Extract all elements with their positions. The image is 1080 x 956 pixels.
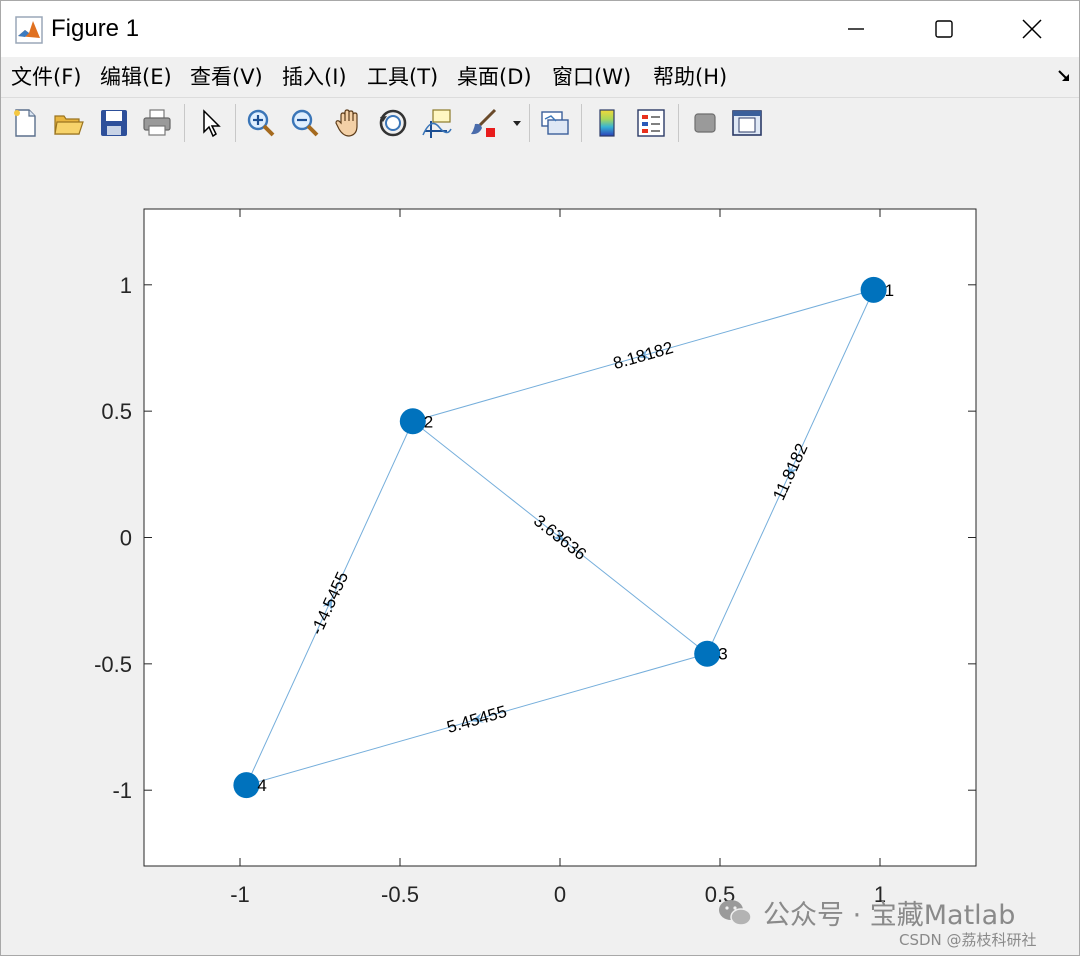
figure-window: Figure 1 文件(F) 编辑(E) 查看(V) 插入(I) 工具(T) 桌… [0,0,1080,956]
figure-toolbar [1,97,1079,149]
menu-tools[interactable]: 工具(T) [367,64,438,90]
new-figure-icon[interactable] [9,107,41,139]
y-tick-label: 1 [120,273,132,298]
node-1[interactable] [860,276,887,303]
menu-insert[interactable]: 插入(I) [282,64,347,90]
data-cursor-icon[interactable] [421,107,453,139]
menu-bar: 文件(F) 编辑(E) 查看(V) 插入(I) 工具(T) 桌面(D) 窗口(W… [1,57,1079,97]
close-button[interactable] [987,1,1077,57]
toolbar-separator [184,104,185,142]
menu-desktop[interactable]: 桌面(D) [457,64,532,90]
save-icon[interactable] [98,107,130,139]
toolbar-separator [235,104,236,142]
menu-edit[interactable]: 编辑(E) [100,64,172,90]
menu-window[interactable]: 窗口(W) [552,64,631,90]
colorbar-icon[interactable] [591,107,623,139]
y-tick-label: -1 [112,778,132,803]
figure-canvas: 8.18182 11.8182 3.63636 -14.5455 5.45455 123… [1,148,1079,955]
zoom-out-icon[interactable] [289,107,321,139]
maximize-button[interactable] [899,1,989,57]
toolbar-separator [678,104,679,142]
open-file-icon[interactable] [53,107,85,139]
brush-dropdown-icon[interactable] [509,107,525,139]
watermark: 公众号 · 宝藏Matlab [717,893,1015,932]
maximize-icon [935,20,953,38]
link-plot-icon[interactable] [539,107,571,139]
legend-icon[interactable] [635,107,667,139]
toolbar-separator [529,104,530,142]
zoom-in-icon[interactable] [245,107,277,139]
print-icon[interactable] [141,107,173,139]
pan-hand-icon[interactable] [333,107,365,139]
menu-file[interactable]: 文件(F) [11,64,81,90]
wechat-icon [719,899,752,926]
x-tick-label: -1 [230,882,250,907]
close-icon [1022,19,1042,39]
window-title: Figure 1 [51,15,140,42]
title-bar: Figure 1 [1,1,1079,57]
node-label-1: 1 [885,281,894,300]
matlab-logo-icon [15,16,43,44]
x-tick-label: -0.5 [381,882,419,907]
minimize-icon [848,28,864,30]
node-label-2: 2 [424,412,433,431]
y-tick-label: 0 [120,526,132,551]
hide-plot-tools-icon[interactable] [689,107,721,139]
watermark-text: 公众号 · 宝藏Matlab [763,900,1016,931]
watermark-credit: CSDN @荔枝科研社 [899,931,1037,949]
x-tick-label: 0 [554,882,566,907]
node-label-3: 3 [718,645,727,664]
node-3[interactable] [694,640,721,667]
y-tick-label: 0.5 [101,399,132,424]
toolbar-separator [581,104,582,142]
pointer-arrow-icon[interactable] [195,107,227,139]
menu-help[interactable]: 帮助(H) [653,64,727,90]
node-2[interactable] [399,408,426,435]
node-4[interactable] [233,772,260,799]
y-tick-label: -0.5 [94,652,132,677]
brush-icon[interactable] [467,107,499,139]
node-label-4: 4 [257,776,266,795]
rotate-3d-icon[interactable] [377,107,409,139]
graph-plot[interactable]: 8.1818211.81823.63636-14.54555.45455 123… [1,148,1079,955]
dock-arrow-icon[interactable] [1057,69,1071,83]
minimize-button[interactable] [811,1,901,57]
menu-view[interactable]: 查看(V) [190,64,263,90]
show-plot-tools-icon[interactable] [731,107,763,139]
